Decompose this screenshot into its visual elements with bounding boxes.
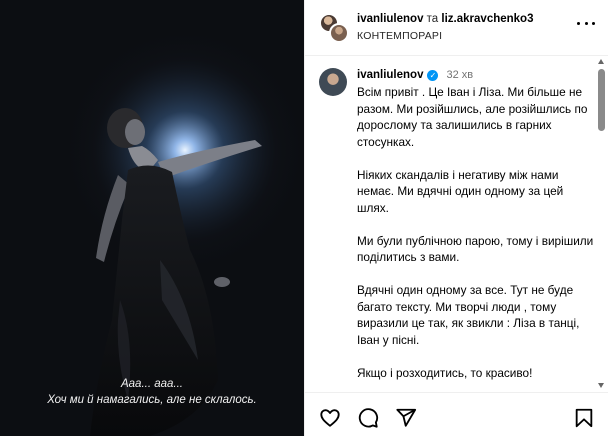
dot: [592, 21, 595, 25]
caption-paragraph: Вдячні один одному за все. Тут не буде б…: [357, 283, 580, 347]
caption-paragraph: Всім привіт . Це Іван і Ліза. Ми більше …: [357, 85, 588, 149]
heart-icon[interactable]: [319, 407, 341, 429]
bookmark-icon[interactable]: [573, 407, 595, 429]
scroll-up-icon[interactable]: [598, 59, 604, 64]
avatar[interactable]: [319, 68, 347, 96]
caption-paragraph: Ми були публічною парою, тому і вирішили…: [357, 233, 594, 265]
separator-text: та: [426, 13, 439, 25]
collab-usernames: ivanliulenov та liz.akravchenko3: [357, 13, 533, 25]
caption-line-2: Хоч ми й намагались, але не склалось.: [47, 394, 257, 406]
author-username[interactable]: ivanliulenov: [357, 69, 423, 81]
caption-area: ivanliulenov ✓ 32 хв Всім привіт . Це Ів…: [305, 57, 608, 392]
verified-badge-icon: ✓: [427, 69, 439, 81]
scroll-thumb[interactable]: [598, 69, 605, 131]
caption-text: Всім привіт . Це Іван і Ліза. Ми більше …: [357, 84, 595, 392]
collab-avatars[interactable]: [319, 13, 349, 43]
username-link[interactable]: ivanliulenov: [357, 13, 423, 25]
post-author: ivanliulenov ✓ 32 хв: [357, 69, 473, 81]
post-time: 32 хв: [446, 69, 474, 81]
post-header: ivanliulenov та liz.akravchenko3 КОНТЕМП…: [305, 0, 608, 56]
dot: [577, 21, 580, 25]
avatar: [329, 23, 349, 43]
post-media[interactable]: Ааа... ааа... Хоч ми й намагались, але н…: [0, 0, 304, 436]
more-icon[interactable]: [577, 20, 595, 26]
caption-paragraph: Якщо і розходитись, то красиво!: [357, 365, 533, 380]
username-link[interactable]: liz.akravchenko3: [441, 13, 533, 25]
dot: [584, 21, 588, 25]
dancer-photo: [0, 0, 304, 436]
action-bar: [305, 392, 608, 436]
send-icon[interactable]: [395, 407, 417, 429]
caption-line-1: Ааа... ааа...: [120, 378, 183, 390]
audio-label[interactable]: КОНТЕМПОРАРІ: [357, 30, 442, 42]
scrollbar[interactable]: [597, 57, 606, 392]
caption-paragraph: Ніяких скандалів і негативу між нами нем…: [357, 167, 564, 215]
scroll-down-icon[interactable]: [598, 383, 604, 388]
comment-icon[interactable]: [357, 407, 379, 429]
post-panel: ivanliulenov та liz.akravchenko3 КОНТЕМП…: [304, 0, 608, 436]
